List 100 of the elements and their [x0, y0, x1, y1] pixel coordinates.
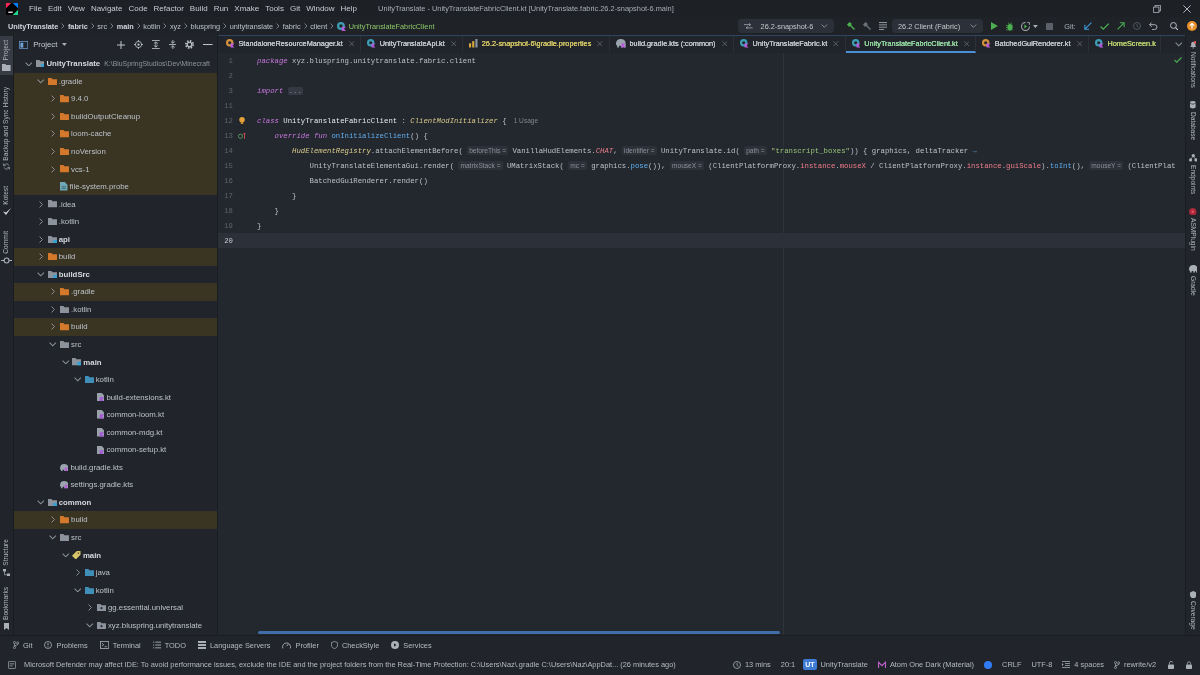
folder-icon — [2, 63, 11, 71]
menu-item[interactable]: Build — [186, 2, 211, 15]
shield-icon — [330, 641, 338, 649]
chevron-right-icon[interactable] — [51, 95, 56, 103]
chevron-right-icon[interactable] — [38, 235, 43, 243]
search-icon[interactable] — [1169, 21, 1178, 31]
padlock-icon[interactable] — [1186, 660, 1192, 669]
chevron-right-icon — [90, 23, 95, 29]
chevron-right-icon[interactable] — [51, 165, 56, 173]
circle-icon[interactable] — [984, 660, 993, 669]
horizontal-scrollbar[interactable] — [258, 631, 780, 634]
chevron-down-icon[interactable] — [37, 500, 45, 505]
menu-item[interactable]: Run — [210, 2, 232, 15]
chevron-down-icon[interactable] — [49, 342, 57, 347]
chevron-right-icon[interactable] — [51, 148, 56, 155]
structure-icon — [3, 569, 10, 576]
chevron-right-icon — [223, 23, 227, 29]
chevron-right-icon[interactable] — [51, 288, 56, 296]
elephant-icon — [60, 481, 69, 489]
padlock-icon[interactable] — [1168, 660, 1174, 669]
chevron-right-icon — [183, 23, 188, 29]
chevron-right-icon[interactable] — [51, 130, 56, 138]
bookmark-icon — [4, 623, 9, 630]
chevron-right-icon[interactable] — [87, 604, 93, 612]
menu-item[interactable]: Window — [303, 2, 338, 15]
list-icon — [152, 641, 161, 649]
ring-icon — [1095, 39, 1104, 48]
chevron-down-icon[interactable] — [37, 272, 45, 277]
arrow-down-left-icon[interactable] — [1083, 22, 1092, 30]
folder-icon — [84, 375, 94, 384]
branch-icon — [1113, 660, 1120, 669]
undo-icon[interactable] — [1148, 22, 1158, 30]
menu-item[interactable]: Git — [286, 2, 304, 15]
menu-item[interactable]: Edit — [44, 2, 65, 15]
chevron-right-icon[interactable] — [51, 112, 56, 120]
chevron-down-icon[interactable] — [73, 587, 82, 593]
menu-item[interactable]: Tools — [262, 2, 287, 15]
stop-icon[interactable] — [1046, 22, 1054, 30]
ring-icon — [982, 39, 991, 48]
settings-icon[interactable] — [185, 40, 195, 49]
minus-icon[interactable] — [203, 43, 213, 46]
check-icon[interactable] — [1099, 22, 1109, 30]
arrow-up-circle-icon[interactable] — [1187, 21, 1197, 31]
arrow-up-right-icon[interactable] — [1116, 22, 1125, 30]
expand-all-icon[interactable] — [152, 40, 160, 49]
menu-item[interactable]: Code — [125, 2, 151, 15]
commit-icon — [0, 256, 13, 264]
tag-icon — [72, 550, 81, 560]
message-icon[interactable] — [8, 660, 16, 669]
menu-item[interactable]: Help — [337, 2, 361, 15]
sync-icon — [3, 163, 10, 171]
menu-item[interactable]: Xmake — [231, 2, 263, 15]
collapse-all-icon[interactable] — [168, 40, 177, 49]
chevron-down-icon[interactable] — [86, 623, 94, 628]
check-icon[interactable] — [1174, 57, 1182, 63]
chevron-down-icon[interactable] — [37, 79, 45, 84]
module-folder-icon — [35, 60, 45, 68]
chevron-right-icon[interactable] — [51, 323, 56, 331]
nodes-icon — [1188, 154, 1198, 162]
chevron-down-icon[interactable] — [61, 359, 70, 365]
circle-play-icon — [391, 641, 400, 649]
menu-item[interactable]: File — [26, 2, 45, 15]
check-mark-icon — [2, 207, 11, 215]
list-icon[interactable] — [879, 22, 887, 30]
module-folder-icon — [47, 498, 57, 507]
chevron-right-icon[interactable] — [38, 218, 43, 226]
chevron-down-icon[interactable] — [61, 552, 70, 558]
chevron-right-icon[interactable] — [51, 305, 56, 313]
chevron-right-icon — [110, 23, 114, 29]
chevron-down-icon[interactable] — [49, 535, 57, 540]
chevron-right-icon[interactable] — [75, 569, 80, 577]
close-icon[interactable] — [1183, 4, 1191, 13]
chevron-right-icon[interactable] — [51, 516, 56, 524]
chevron-down-icon[interactable] — [73, 377, 82, 382]
chevron-down-icon[interactable] — [1174, 42, 1182, 47]
elephant-icon — [1188, 265, 1198, 273]
menu-item[interactable]: Navigate — [87, 2, 126, 15]
bulb-icon[interactable] — [238, 117, 245, 124]
chevron-right-icon — [276, 23, 280, 29]
theme-logo-icon — [877, 661, 886, 668]
chevron-right-icon[interactable] — [38, 200, 43, 208]
kotlin-file-icon — [97, 445, 105, 455]
arrows-icon — [743, 22, 753, 30]
chevron-right-icon[interactable] — [38, 253, 43, 261]
bug-icon[interactable] — [1005, 21, 1014, 31]
plus-icon[interactable] — [117, 40, 125, 49]
crosshair-icon[interactable] — [134, 40, 143, 49]
chevron-right-icon — [163, 23, 167, 29]
database-icon — [1190, 101, 1196, 109]
ring-icon — [851, 39, 861, 48]
caret-icon[interactable] — [1033, 24, 1039, 28]
circle-play-icon[interactable] — [1021, 21, 1031, 31]
restore-icon[interactable] — [1153, 4, 1161, 13]
app-logo-icon[interactable] — [6, 2, 18, 15]
menu-item[interactable]: Refactor — [150, 2, 187, 15]
play-icon[interactable] — [990, 22, 998, 30]
file-icon — [60, 182, 68, 191]
caret-icon[interactable] — [62, 43, 68, 46]
menu-item[interactable]: View — [64, 2, 88, 15]
chevron-down-icon[interactable] — [24, 61, 33, 66]
